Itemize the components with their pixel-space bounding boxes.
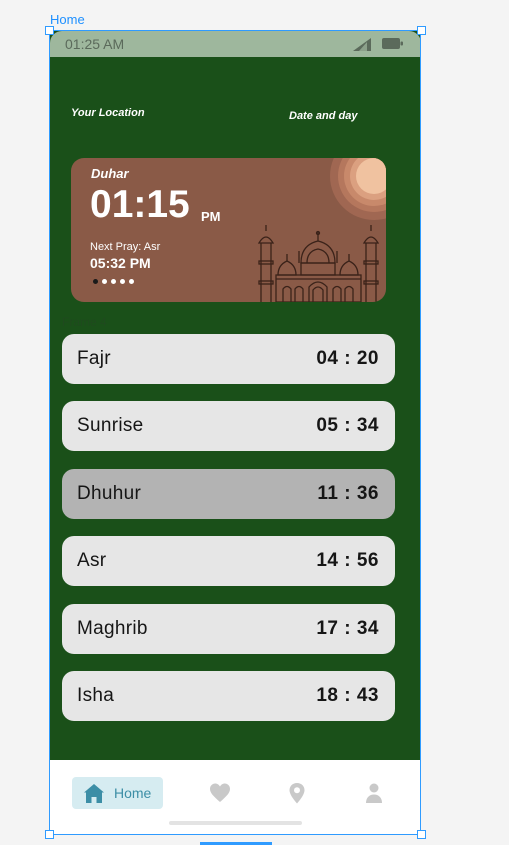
prayer-name: Maghrib: [77, 618, 148, 639]
prayer-name: Fajr: [77, 348, 111, 369]
prayer-time: 05 : 34: [316, 415, 379, 436]
current-prayer-card[interactable]: Duhar 01:15 PM Next Pray: Asr 05:32 PM: [71, 158, 386, 302]
prayer-row-fajr[interactable]: Fajr 04 : 20: [62, 334, 395, 384]
nav-home-label: Home: [114, 785, 152, 801]
resize-handle-top-left[interactable]: [45, 26, 54, 35]
prayer-name: Isha: [77, 685, 115, 706]
current-prayer-name: Duhar: [91, 166, 129, 181]
current-prayer-time: 01:15: [90, 183, 190, 226]
nav-home-button[interactable]: Home: [72, 777, 163, 809]
resize-handle-bottom-right[interactable]: [417, 830, 426, 839]
user-icon[interactable]: [363, 782, 385, 804]
card-pager[interactable]: [93, 279, 134, 284]
heart-icon[interactable]: [209, 782, 231, 804]
next-prayer-label: Next Pray: Asr: [90, 241, 161, 253]
mosque-illustration: [257, 225, 380, 302]
phone-screen: 01:25 AM Your Location Date and day Duha…: [50, 31, 421, 835]
home-icon: [84, 784, 104, 803]
prayer-name: Asr: [77, 550, 107, 571]
signal-icon: [353, 38, 371, 51]
resize-handle-bottom-left[interactable]: [45, 830, 54, 839]
date-and-day-label: Date and day: [289, 110, 358, 122]
prayer-row-asr[interactable]: Asr 14 : 56: [62, 536, 395, 586]
prayer-time: 17 : 34: [316, 618, 379, 639]
frame-label: Home: [50, 12, 85, 27]
status-time: 01:25 AM: [65, 36, 125, 52]
home-indicator[interactable]: [169, 821, 302, 825]
prayer-row-maghrib[interactable]: Maghrib 17 : 34: [62, 604, 395, 654]
battery-icon: [382, 38, 403, 49]
your-location-label[interactable]: Your Location: [71, 107, 145, 119]
frame-name-label: Frame 4: [62, 315, 107, 329]
prayer-time: 18 : 43: [316, 685, 379, 706]
prayer-time: 11 : 36: [317, 483, 379, 504]
next-prayer-time: 05:32 PM: [90, 255, 151, 271]
resize-handle-top-right[interactable]: [417, 26, 426, 35]
status-bar: 01:25 AM: [50, 31, 421, 57]
prayer-time: 04 : 20: [316, 348, 379, 369]
prayer-row-dhuhur[interactable]: Dhuhur 11 : 36: [62, 469, 395, 519]
current-prayer-ampm: PM: [201, 209, 221, 224]
prayer-name: Dhuhur: [77, 483, 142, 504]
pager-dot[interactable]: [120, 279, 125, 284]
bottom-navigation: Home: [50, 760, 421, 835]
location-pin-icon[interactable]: [286, 782, 308, 804]
pager-dot[interactable]: [111, 279, 116, 284]
prayer-time: 14 : 56: [316, 550, 379, 571]
pager-dot[interactable]: [93, 279, 98, 284]
pager-dot[interactable]: [102, 279, 107, 284]
prayer-name: Sunrise: [77, 415, 144, 436]
prayer-row-isha[interactable]: Isha 18 : 43: [62, 671, 395, 721]
prayer-row-sunrise[interactable]: Sunrise 05 : 34: [62, 401, 395, 451]
pager-dot[interactable]: [129, 279, 134, 284]
